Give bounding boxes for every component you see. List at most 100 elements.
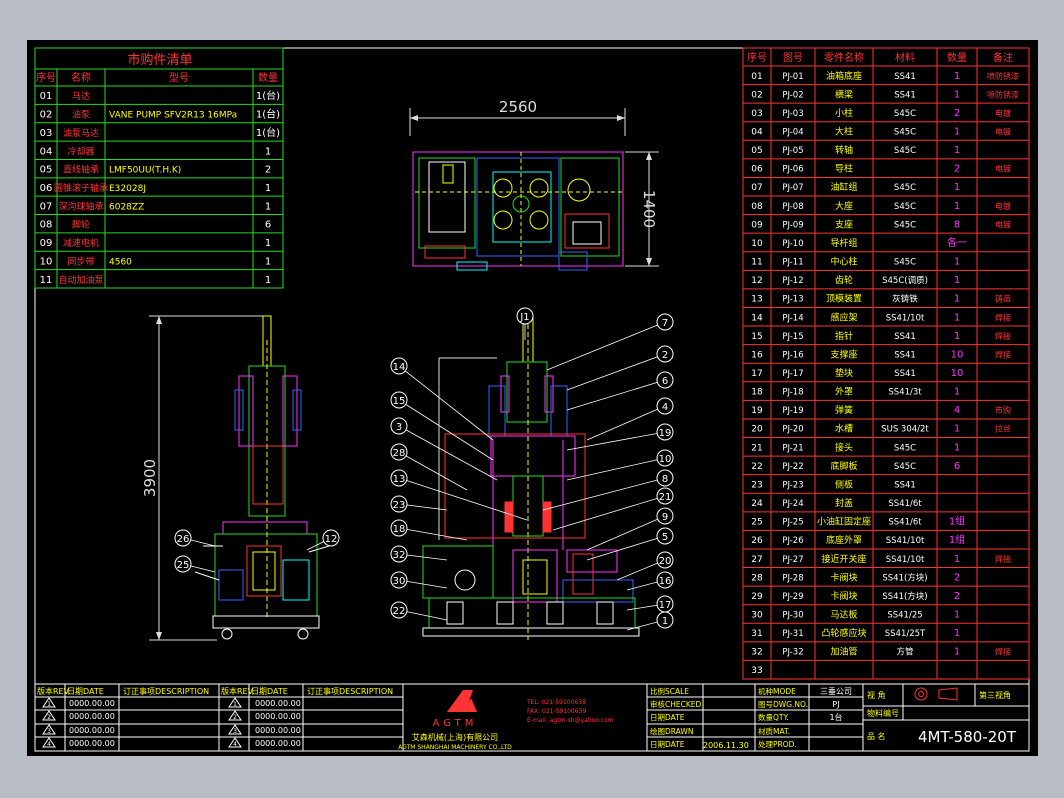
parts-row-code: PJ-23	[782, 480, 803, 490]
company-name-en: AGTM SHANGHAI MACHINERY CO.,LTD	[398, 744, 512, 751]
rev-header-rev-2: 版本REV.	[221, 686, 255, 696]
parts-row-material: SS41/6t	[888, 518, 922, 528]
purchase-row-no: 10	[40, 256, 53, 267]
parts-row-qty: 各一	[947, 236, 967, 249]
parts-row-code: PJ-20	[782, 425, 803, 435]
parts-row-code: PJ-18	[782, 388, 803, 398]
purchase-header-model: 型号	[169, 71, 189, 84]
revision-date: 0000.00.00	[255, 726, 301, 735]
parts-row-no: 14	[751, 313, 763, 323]
parts-row-qty: 1	[954, 71, 960, 82]
drawing-border	[34, 47, 1030, 752]
purchase-row-no: 11	[40, 275, 53, 286]
parts-row-material: S45C	[894, 220, 916, 230]
balloon-label: 13	[393, 474, 406, 485]
purchase-row-name: 深沟球轴承	[58, 200, 103, 212]
purchase-row-qty: 1	[265, 275, 271, 286]
purchase-row-qty: 1	[265, 183, 271, 194]
parts-row-name: 底座外罩	[826, 534, 862, 546]
parts-row-name: 中心柱	[830, 256, 857, 268]
parts-row-material: SS41(方块)	[882, 572, 927, 583]
parts-row-no: 17	[751, 369, 762, 379]
purchase-row-no: 08	[40, 220, 53, 231]
parts-row-code: PJ-01	[782, 72, 803, 82]
top-view: 2560 1400	[409, 98, 659, 271]
parts-row-qty: 6	[954, 461, 960, 472]
parts-row-note: 市购	[995, 405, 1011, 415]
purchase-row-no: 09	[40, 238, 53, 249]
cad-drawing-sheet: 市购件清单 序号 名称 型号 数量 01 马达 1(台) 02 油泵 VANE PUMP …	[27, 40, 1038, 756]
parts-row-material: SS41/3t	[888, 388, 922, 398]
parts-row-material: SUS 304/2t	[881, 425, 929, 435]
parts-row-code: PJ-32	[782, 648, 803, 658]
parts-row-no: 31	[751, 629, 762, 639]
parts-row-code: PJ-16	[782, 350, 803, 360]
purchase-row-qty: 1(台)	[256, 108, 280, 121]
parts-row-material: SS41/10t	[886, 313, 925, 323]
purchase-row-qty: 1(台)	[256, 126, 280, 139]
parts-row-note: 喷防锈漆	[987, 89, 1019, 99]
parts-row-code: PJ-25	[782, 518, 803, 528]
balloon-label: 30	[393, 576, 406, 587]
parts-row-name: 导柱	[835, 163, 853, 175]
parts-row-name: 指针	[835, 330, 853, 342]
purchase-row-name: 同步带	[67, 256, 94, 267]
parts-row-no: 03	[751, 109, 762, 119]
parts-row-code: PJ-17	[782, 369, 803, 379]
parts-row-code: PJ-24	[782, 499, 803, 509]
balloon-label: 21	[659, 492, 672, 503]
parts-row-name: 弹簧	[835, 404, 853, 416]
purchase-row-model: 6028ZZ	[109, 202, 144, 212]
parts-row-no: 04	[751, 128, 763, 138]
revision-date: 0000.00.00	[255, 712, 301, 721]
purchase-row-qty: 1	[265, 146, 271, 157]
parts-row-code: PJ-06	[782, 165, 803, 175]
revision-mark-number: 3	[47, 728, 51, 735]
balloon-label: 5	[662, 532, 668, 543]
parts-row-qty: 1	[954, 628, 960, 639]
title-label-2: 材质MAT.	[758, 726, 790, 736]
parts-row-material: SS41/25	[887, 610, 922, 620]
parts-row-no: 22	[751, 462, 762, 472]
parts-row-qty: 1	[954, 609, 960, 620]
parts-row-no: 19	[751, 406, 763, 416]
balloon-label: 12	[325, 534, 338, 545]
parts-row-material: SS41	[894, 332, 916, 342]
parts-row-no: 30	[751, 610, 763, 620]
parts-row-material: S45C	[894, 183, 916, 193]
side-view: 3900	[141, 315, 330, 641]
cad-drawing: 市购件清单 序号 名称 型号 数量 01 马达 1(台) 02 油泵 VANE PUMP …	[34, 47, 1030, 752]
parts-row-no: 05	[751, 146, 762, 156]
title-block: 比例SCALE 审核CHECKED 日期DATE 绘图DRAWN 日期DATE 2006…	[646, 683, 1030, 752]
parts-row-no: 15	[751, 332, 762, 342]
parts-row-material: SS41	[894, 90, 916, 100]
purchase-row-name: 油泵马达	[63, 127, 99, 139]
parts-row-no: 32	[751, 648, 762, 658]
purchase-row-name: 自动加油泵	[58, 274, 103, 286]
parts-row-name: 加油管	[830, 646, 857, 658]
parts-row-note: 焊接	[995, 312, 1011, 322]
parts-row-code: PJ-12	[782, 276, 803, 286]
parts-header-code: 图号	[783, 52, 803, 64]
parts-row-no: 23	[751, 480, 762, 490]
front-view	[422, 315, 640, 640]
parts-row-qty: 1	[954, 554, 960, 565]
purchase-row-model: VANE PUMP SFV2R13 16MPa	[109, 111, 237, 121]
purchase-row-name: 马达	[72, 90, 90, 102]
parts-row-name: 凸轮感应块	[821, 627, 866, 639]
parts-row-material: SS41/10t	[886, 536, 925, 546]
parts-row-qty: 1	[954, 294, 960, 305]
parts-row-qty: 1	[954, 424, 960, 435]
balloon-label: 18	[393, 524, 406, 535]
revision-mark-number: 3	[233, 728, 237, 735]
purchase-row-no: 06	[40, 183, 53, 194]
parts-row-name: 卡阀块	[830, 571, 857, 583]
purchase-header-no: 序号	[36, 71, 56, 84]
parts-row-name: 横梁	[835, 88, 853, 100]
revision-date: 0000.00.00	[69, 739, 115, 748]
parts-row-qty: 1	[954, 275, 960, 286]
parts-row-name: 接头	[835, 441, 853, 453]
purchase-row-qty: 6	[265, 220, 271, 231]
parts-row-no: 11	[751, 258, 762, 268]
purchase-row-name: 油泵	[72, 109, 90, 121]
